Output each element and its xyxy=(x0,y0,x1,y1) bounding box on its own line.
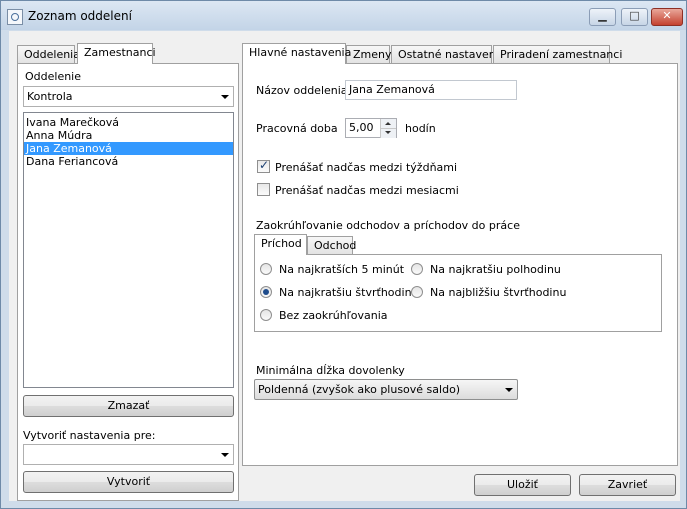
client-area: Oddelenia Zamestnanci Oddelenie Kontrola… xyxy=(9,31,680,501)
rounding-tabstrip: Príchod Odchod xyxy=(254,234,374,255)
work-time-label: Pracovná doba xyxy=(256,122,338,135)
list-item-selected[interactable]: Jana Zemanová xyxy=(24,142,233,155)
list-item[interactable]: Anna Múdra xyxy=(24,129,233,142)
radio-no-rounding[interactable] xyxy=(260,309,272,321)
tab-priradeni-zamestnanci[interactable]: Priradení zamestnanci xyxy=(493,45,622,63)
tab-prichod[interactable]: Príchod xyxy=(254,234,307,255)
maximize-icon: □ xyxy=(629,9,640,22)
window-title: Zoznam oddelení xyxy=(28,9,132,23)
work-time-value: 5,00 xyxy=(349,121,374,134)
right-tabstrip: Hlavné nastavenia Zmeny Ostatné nastaven… xyxy=(242,43,678,64)
delete-button[interactable]: Zmazať xyxy=(23,395,234,417)
department-name-input[interactable]: Jana Zemanová xyxy=(345,80,517,100)
close-button[interactable]: Zavrieť xyxy=(579,474,676,496)
rounding-label: Zaokrúhľovanie odchodov a príchodov do p… xyxy=(256,219,520,232)
app-icon xyxy=(7,9,23,25)
work-time-unit: hodín xyxy=(405,122,436,135)
transfer-month-checkbox[interactable] xyxy=(257,183,270,196)
tab-zamestnanci[interactable]: Zamestnanci xyxy=(77,43,156,64)
tab-zmeny[interactable]: Zmeny xyxy=(346,45,392,63)
close-icon: ✕ xyxy=(662,9,672,22)
chevron-down-icon xyxy=(221,95,229,99)
title-bar[interactable]: Zoznam oddelení ▁ □ ✕ xyxy=(1,1,686,30)
employee-listbox[interactable]: Ivana Marečková Anna Múdra Jana Zemanová… xyxy=(23,112,234,388)
radio-half-hour-label: Na najkratšiu polhodinu xyxy=(430,263,561,276)
vacation-label: Minimálna dĺžka dovolenky xyxy=(256,364,405,377)
close-window-button[interactable]: ✕ xyxy=(651,8,683,26)
minimize-button[interactable]: ▁ xyxy=(589,8,616,26)
radio-5min-label: Na najkratších 5 minút xyxy=(279,263,405,276)
department-select[interactable]: Kontrola xyxy=(23,86,234,107)
spin-up-icon[interactable] xyxy=(380,119,396,128)
department-name-label: Názov oddelenia xyxy=(256,84,348,97)
department-label: Oddelenie xyxy=(25,70,82,83)
tab-hlavne-nastavenia[interactable]: Hlavné nastavenia xyxy=(242,43,351,64)
radio-quarter-nearest-label: Na najbližšiu štvrťhodinu xyxy=(430,286,567,299)
left-tab-panel: Oddelenie Kontrola Ivana Marečková Anna … xyxy=(17,63,239,501)
rounding-panel: Na najkratších 5 minút Na najkratšiu pol… xyxy=(254,254,662,332)
radio-quarter-shortest[interactable] xyxy=(260,286,272,298)
transfer-week-checkbox[interactable] xyxy=(257,158,270,173)
transfer-week-label: Prenášať nadčas medzi týždňami xyxy=(275,161,458,174)
create-for-label: Vytvoriť nastavenia pre: xyxy=(23,429,156,442)
create-for-select[interactable] xyxy=(23,444,234,465)
tab-ostatne-nastavenia[interactable]: Ostatné nastavenia xyxy=(391,45,506,63)
chevron-down-icon xyxy=(221,453,229,457)
vacation-select-value: Poldenná (zvyšok ako plusové saldo) xyxy=(258,383,461,396)
vacation-select[interactable]: Poldenná (zvyšok ako plusové saldo) xyxy=(254,379,518,400)
department-select-value: Kontrola xyxy=(27,90,73,103)
main-window: Zoznam oddelení ▁ □ ✕ Oddelenia Zamestna… xyxy=(0,0,687,509)
tab-odchod[interactable]: Odchod xyxy=(307,236,356,254)
tab-oddelenia[interactable]: Oddelenia xyxy=(17,45,80,63)
radio-half-hour[interactable] xyxy=(411,263,423,275)
list-item[interactable]: Dana Feriancová xyxy=(24,155,233,168)
work-time-stepper[interactable]: 5,00 xyxy=(345,118,397,138)
transfer-month-label: Prenášať nadčas medzi mesiacmi xyxy=(275,184,459,197)
radio-quarter-shortest-label: Na najkratšiu štvrťhodinu xyxy=(279,286,419,299)
radio-quarter-nearest[interactable] xyxy=(411,286,423,298)
create-button[interactable]: Vytvoriť xyxy=(23,471,234,493)
maximize-button[interactable]: □ xyxy=(621,8,648,26)
radio-no-rounding-label: Bez zaokrúhľovania xyxy=(279,309,388,322)
list-item[interactable]: Ivana Marečková xyxy=(24,116,233,129)
radio-5min[interactable] xyxy=(260,263,272,275)
minimize-icon: ▁ xyxy=(598,9,607,22)
right-tab-panel: Názov oddelenia Jana Zemanová Pracovná d… xyxy=(242,63,678,466)
spin-down-icon[interactable] xyxy=(380,128,396,138)
save-button[interactable]: Uložiť xyxy=(474,474,571,496)
chevron-down-icon xyxy=(505,388,513,392)
left-tabstrip: Oddelenia Zamestnanci xyxy=(17,43,237,64)
